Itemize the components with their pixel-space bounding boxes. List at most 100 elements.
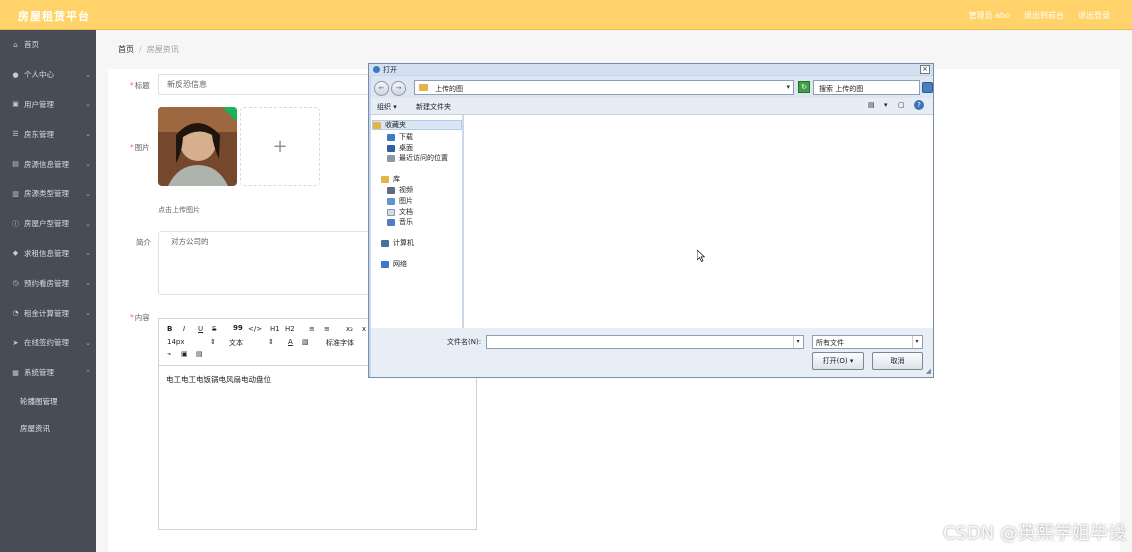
sidebar-item-viewing-appointment-management[interactable]: ◷ 预约看房管理 ⌄ (0, 268, 96, 298)
uploaded-image-thumbnail[interactable] (158, 107, 237, 186)
text-style-select[interactable]: 文本 (229, 338, 243, 348)
required-mark: * (130, 81, 134, 90)
preview-pane-icon[interactable]: ▢ (898, 101, 905, 109)
logout-link[interactable]: 退出登录 (1078, 10, 1110, 21)
frontend-link[interactable]: 退出到前台 (1024, 10, 1064, 21)
video-icon[interactable]: ▤ (196, 350, 203, 358)
font-family-select[interactable]: 标准字体 (326, 338, 354, 348)
filename-input[interactable]: ▾ (486, 335, 804, 349)
resize-grip-icon[interactable]: ◢ (926, 367, 931, 375)
superscript-button[interactable]: x (362, 325, 366, 333)
sidebar-item-rent-calculation-management[interactable]: ◔ 租金计算管理 ⌄ (0, 298, 96, 328)
chevron-down-icon[interactable]: ▾ (884, 101, 888, 109)
sidebar-item-house-layout-management[interactable]: ⓘ 房屋户型管理 ⌄ (0, 209, 96, 239)
code-button[interactable]: </> (248, 325, 262, 333)
close-button[interactable]: × (920, 65, 930, 74)
recent-icon (387, 154, 395, 162)
heading2-button[interactable]: H2 (285, 325, 295, 333)
intro-label: 简介 (136, 238, 151, 247)
downloads-item[interactable]: 下载 (387, 132, 413, 142)
downloads-label: 下载 (399, 133, 413, 141)
star-icon (373, 121, 381, 129)
content-label: *内容 (130, 312, 150, 323)
address-bar[interactable]: 上传的图 ▾ (414, 80, 794, 95)
open-button[interactable]: 打开(O) ▾ (812, 352, 864, 370)
favorites-label: 收藏夹 (385, 121, 406, 129)
sidebar-item-home[interactable]: ⌂ 首页 (0, 30, 96, 60)
sidebar-item-online-contract-management[interactable]: ➤ 在线签约管理 ⌄ (0, 328, 96, 358)
library-label: 库 (393, 175, 400, 183)
italic-button[interactable]: I (183, 325, 185, 333)
home-icon: ⌂ (13, 40, 18, 49)
file-type-select[interactable]: 所有文件 ▾ (812, 335, 923, 349)
organize-button[interactable]: 组织 ▾ (377, 102, 397, 112)
sidebar-item-system-management[interactable]: ▦ 系统管理 ⌃ (0, 358, 96, 388)
back-button[interactable]: ← (374, 81, 389, 96)
bar-chart-icon: ▥ (12, 189, 19, 198)
download-icon (387, 133, 395, 141)
view-options-icon[interactable]: ▤ (868, 101, 875, 109)
image-upload-button[interactable]: + (240, 107, 320, 186)
search-icon[interactable] (922, 82, 933, 93)
chevron-down-icon[interactable]: ▾ (786, 83, 790, 91)
chevron-down-icon[interactable]: ▾ (793, 336, 802, 348)
sidebar-item-rental-request-management[interactable]: ◆ 求租信息管理 ⌄ (0, 239, 96, 269)
quote-button[interactable]: 99 (233, 324, 243, 332)
image-icon[interactable]: ▣ (181, 350, 188, 358)
chevron-updown-icon: ⇕ (210, 338, 216, 346)
forward-button[interactable]: → (391, 81, 406, 96)
sidebar-subitem-carousel-management[interactable]: 轮播图管理 (0, 388, 96, 415)
link-icon[interactable]: ⌁ (167, 350, 171, 358)
cancel-button[interactable]: 取消 (872, 352, 923, 370)
unordered-list-button[interactable]: ≡ (324, 325, 330, 333)
send-icon: ➤ (12, 338, 19, 347)
heading1-button[interactable]: H1 (270, 325, 280, 333)
sidebar-item-user-management[interactable]: ▣ 用户管理 ⌄ (0, 90, 96, 120)
background-color-button[interactable]: ▧ (302, 338, 309, 346)
music-icon (387, 218, 395, 226)
documents-item[interactable]: 文档 (387, 207, 413, 217)
favorites-item[interactable]: 收藏夹 (372, 120, 462, 130)
sidebar-item-personal-center[interactable]: ● 个人中心 ⌄ (0, 60, 96, 90)
search-input[interactable]: 搜索 上传的图 (813, 80, 920, 95)
computer-icon (381, 239, 389, 247)
font-color-button[interactable]: A (288, 338, 293, 346)
subscript-button[interactable]: x₂ (346, 325, 353, 333)
sidebar-item-label: 房源类型管理 (24, 189, 69, 199)
computer-item[interactable]: 计算机 (381, 238, 414, 248)
dialog-title: 打开 (383, 66, 397, 74)
file-list-pane[interactable] (464, 115, 933, 328)
help-icon[interactable]: ? (914, 100, 924, 110)
ordered-list-button[interactable]: ≡ (309, 325, 315, 333)
sidebar-item-landlord-management[interactable]: ☰ 房东管理 ⌄ (0, 119, 96, 149)
sidebar-item-listing-type-management[interactable]: ▥ 房源类型管理 ⌄ (0, 179, 96, 209)
watermark-text: CSDN @英熙学姐毕设 (942, 523, 1126, 544)
music-item[interactable]: 音乐 (387, 217, 413, 227)
network-item[interactable]: 网络 (381, 259, 407, 269)
chevron-down-icon[interactable]: ▾ (912, 336, 921, 348)
breadcrumb-home[interactable]: 首页 (118, 45, 134, 54)
title-input[interactable]: 新反恐信息 (158, 74, 378, 95)
sidebar-item-listing-management[interactable]: ▤ 房源信息管理 ⌄ (0, 149, 96, 179)
desktop-item[interactable]: 桌面 (387, 143, 413, 153)
bold-button[interactable]: B (167, 325, 172, 333)
chevron-down-icon: ⌄ (85, 100, 91, 109)
upload-hint: 点击上传图片 (158, 206, 200, 214)
new-folder-button[interactable]: 新建文件夹 (416, 102, 451, 112)
admin-user-link[interactable]: 管理员 abo (969, 10, 1010, 21)
sidebar-subitem-house-news[interactable]: 房屋资讯 (0, 415, 96, 442)
videos-item[interactable]: 视频 (387, 185, 413, 195)
sidebar-item-label: 预约看房管理 (24, 278, 69, 288)
recent-places-item[interactable]: 最近访问的位置 (387, 153, 448, 163)
underline-button[interactable]: U (198, 325, 203, 333)
sidebar: ⌂ 首页 ● 个人中心 ⌄ ▣ 用户管理 ⌄ ☰ 房东管理 ⌄ ▤ 房源信息管理 ⌄ ▥ 房源类型管… (0, 30, 96, 552)
breadcrumb-current: 房屋资讯 (146, 45, 179, 54)
library-item[interactable]: 库 (381, 174, 400, 184)
intro-textarea[interactable]: 对方公司的 (158, 231, 376, 295)
strike-button[interactable]: S (212, 325, 216, 333)
pictures-item[interactable]: 图片 (387, 196, 413, 206)
font-size-select[interactable]: 14px (167, 338, 185, 346)
file-open-dialog: 打开 × ← → 上传的图 ▾ ↻ 搜索 上传的图 组织 ▾ 新建文件夹 ▤ ▾… (368, 63, 934, 378)
content-label-text: 内容 (134, 313, 150, 322)
refresh-button[interactable]: ↻ (798, 81, 810, 93)
